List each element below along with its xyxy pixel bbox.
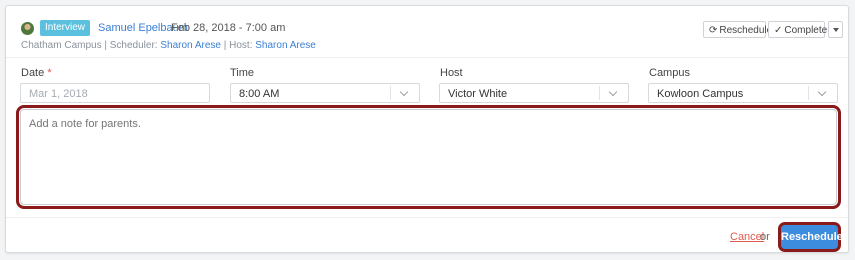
separator: | [104,40,107,51]
refresh-icon: ⟳ [709,25,718,36]
time-select[interactable]: 8:00 AM [230,83,420,103]
host-field-label: Host [440,67,463,79]
host-link[interactable]: Sharon Arese [255,40,316,51]
reschedule-submit-button[interactable]: Reschedule [781,225,843,249]
separator: | [223,40,227,51]
date-label: Date * [21,67,52,79]
host-select[interactable]: Victor White [439,83,629,103]
parent-note-textarea[interactable] [16,105,841,209]
event-datetime: Feb 28, 2018 - 7:00 am [171,22,286,34]
more-actions-button[interactable] [828,21,843,38]
divider [6,217,848,218]
divider [6,57,848,58]
complete-label: Complete [784,25,828,36]
campus-select[interactable]: Kowloon Campus [648,83,838,103]
time-label: Time [230,67,255,79]
campus-label: Campus [649,67,690,79]
reschedule-card: Interview Samuel Epelbaum Feb 28, 2018 -… [5,5,849,253]
host-label: Host: [229,40,253,51]
reschedule-header-button[interactable]: ⟳ Reschedule [703,21,772,38]
campus-text: Chatham Campus [21,40,102,51]
date-input[interactable]: Mar 1, 2018 [20,83,210,103]
complete-button[interactable]: ✓ Complete [768,21,828,38]
reschedule-header-label: Reschedule [719,25,773,36]
event-type-badge: Interview [40,20,91,36]
chevron-down-icon [817,87,827,97]
required-marker: * [47,67,52,79]
scheduler-label: Scheduler: [109,40,158,51]
chevron-down-icon [608,87,618,97]
event-details: Chatham Campus | Scheduler: Sharon Arese… [21,40,316,51]
chevron-down-icon [399,87,409,97]
scheduler-link[interactable]: Sharon Arese [160,40,221,51]
or-text: or [760,231,770,243]
caret-down-icon [832,28,839,33]
check-icon: ✓ [774,25,783,36]
avatar [21,22,34,35]
